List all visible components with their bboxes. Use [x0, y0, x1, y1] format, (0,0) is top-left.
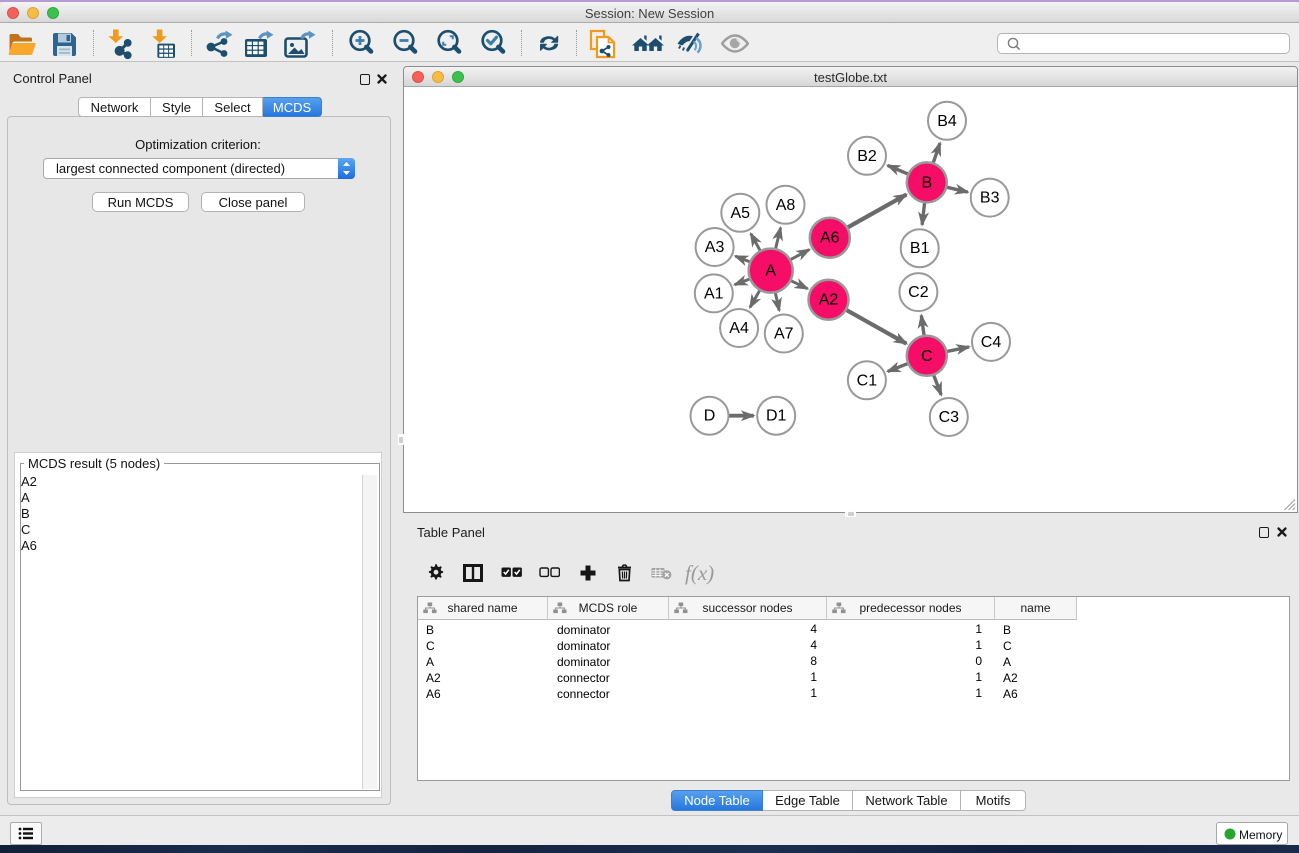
svg-text:B2: B2: [857, 148, 877, 165]
svg-text:C3: C3: [939, 409, 960, 426]
svg-text:B3: B3: [980, 190, 1000, 207]
svg-text:B1: B1: [910, 240, 930, 257]
svg-text:A1: A1: [704, 285, 724, 302]
svg-text:B4: B4: [937, 113, 957, 130]
svg-text:C4: C4: [981, 334, 1002, 351]
svg-text:C1: C1: [857, 372, 878, 389]
svg-text:A4: A4: [729, 320, 749, 337]
svg-text:B: B: [921, 174, 932, 191]
svg-text:D1: D1: [766, 408, 787, 425]
svg-text:A6: A6: [820, 230, 840, 247]
svg-text:A2: A2: [819, 292, 839, 309]
svg-text:A3: A3: [705, 239, 725, 256]
svg-text:A5: A5: [731, 205, 751, 222]
svg-text:A8: A8: [776, 197, 796, 214]
svg-text:C: C: [921, 348, 933, 365]
svg-text:D: D: [704, 408, 716, 425]
svg-text:A7: A7: [774, 326, 794, 343]
svg-text:A: A: [765, 263, 776, 280]
svg-text:C2: C2: [908, 284, 929, 301]
